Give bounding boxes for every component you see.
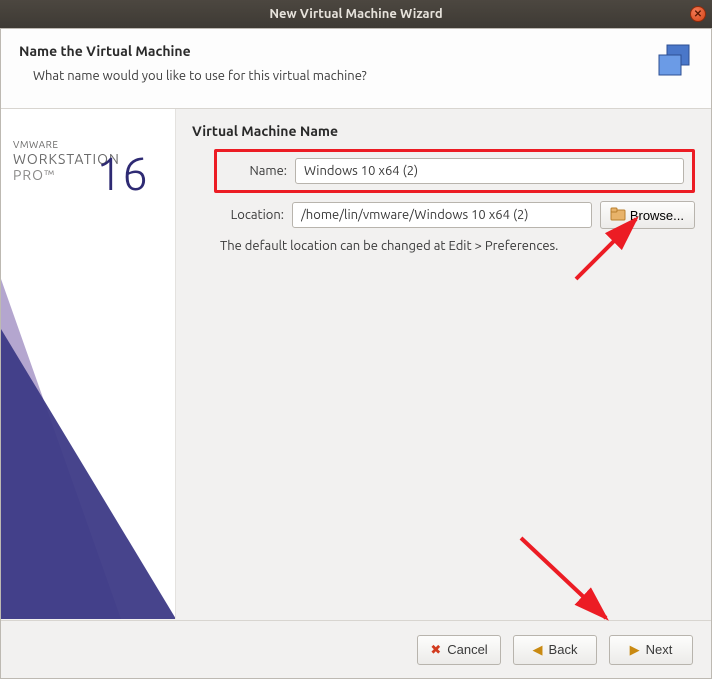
location-label: Location: (222, 208, 292, 222)
folder-icon (611, 208, 625, 223)
dialog-body: Name the Virtual Machine What name would… (0, 28, 712, 679)
next-button[interactable]: ▶ Next (609, 635, 693, 665)
name-label: Name: (225, 164, 295, 178)
page-subtitle: What name would you like to use for this… (33, 69, 693, 83)
window-title: New Virtual Machine Wizard (269, 7, 442, 21)
close-icon[interactable]: ✕ (690, 6, 706, 22)
content-area: VMWARE WORKSTATION PRO™ 16 Virtual Machi… (1, 109, 711, 619)
chevron-right-icon: ▶ (630, 642, 640, 658)
location-hint: The default location can be changed at E… (220, 239, 695, 253)
dialog-header: Name the Virtual Machine What name would… (1, 29, 711, 109)
brand-version: 16 (96, 147, 148, 199)
back-button[interactable]: ◀ Back (513, 635, 597, 665)
back-label: Back (549, 642, 578, 657)
name-input[interactable] (295, 158, 684, 184)
chevron-left-icon: ◀ (533, 642, 543, 658)
location-input[interactable] (292, 202, 592, 228)
annotation-highlight: Name: (214, 149, 695, 193)
decorative-triangle (1, 329, 176, 619)
cancel-button[interactable]: ✖ Cancel (417, 635, 501, 665)
cancel-icon: ✖ (430, 642, 441, 658)
vm-icon (655, 43, 693, 81)
section-title: Virtual Machine Name (192, 123, 695, 139)
cancel-label: Cancel (447, 642, 487, 657)
dialog-footer: ✖ Cancel ◀ Back ▶ Next (1, 620, 711, 678)
titlebar: New Virtual Machine Wizard ✕ (0, 0, 712, 28)
next-label: Next (646, 642, 673, 657)
page-title: Name the Virtual Machine (19, 43, 693, 59)
browse-label: Browse... (630, 208, 684, 223)
form-panel: Virtual Machine Name Name: Location: Bro… (176, 109, 711, 619)
sidebar-branding: VMWARE WORKSTATION PRO™ 16 (1, 109, 176, 619)
browse-button[interactable]: Browse... (600, 201, 695, 229)
